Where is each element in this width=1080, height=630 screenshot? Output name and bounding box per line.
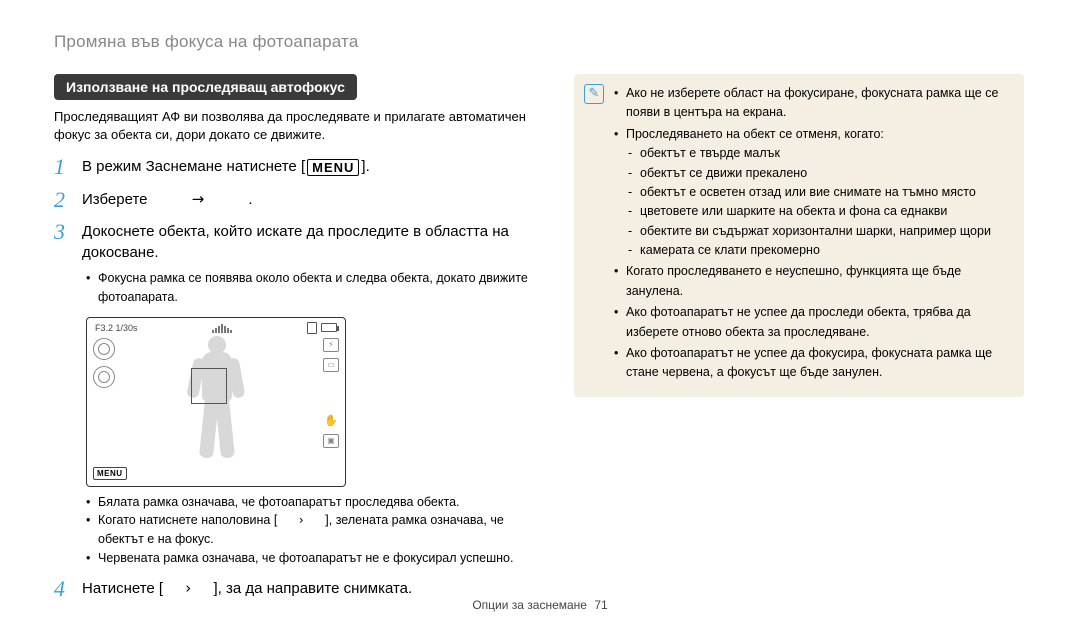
arrow-icon: → [192, 190, 205, 208]
notice-subitem: обектът е твърде малък [626, 144, 1012, 163]
notice-item: Когато проследяването е неуспешно, функц… [614, 262, 1012, 301]
notice-2-lead: Проследяването на обект се отменя, когат… [626, 127, 884, 141]
step-1-text-b: ]. [361, 158, 369, 175]
step-2: 2 Изберете → . [54, 187, 534, 213]
step-1: 1 В режим Заснемане натиснете [MENU]. [54, 154, 534, 180]
post-bullet-2a: Когато натиснете наполовина [ [98, 513, 277, 527]
post-preview-bullets: Бялата рамка означава, че фотоапаратът п… [86, 493, 534, 568]
step-number: 3 [54, 219, 82, 245]
notice-subitem: цветовете или шарките на обекта и фона с… [626, 202, 1012, 221]
exposure-readout: F3.2 1/30s [95, 323, 138, 333]
battery-icon [321, 323, 337, 332]
step-number: 1 [54, 154, 82, 180]
step-4-text-b: ], за да направите снимката. [213, 580, 412, 597]
page-number: 71 [594, 598, 607, 612]
step-3: 3 Докоснете обекта, който искате да прос… [54, 219, 534, 263]
sd-card-icon [307, 322, 317, 334]
size-icon: ▭ [323, 358, 339, 372]
notice-subitem: обектът се движи прекалено [626, 164, 1012, 183]
notice-item: Ако не изберете област на фокусиране, фо… [614, 84, 1012, 123]
section-heading: Използване на проследяващ автофокус [54, 74, 357, 100]
step-3-bullets: Фокусна рамка се появява около обекта и … [86, 269, 534, 307]
notice-item: Проследяването на обект се отменя, когат… [614, 125, 1012, 261]
mode-icon [93, 338, 115, 360]
preview-menu-label: MENU [93, 467, 127, 480]
step-2-text-b: . [248, 191, 252, 208]
notice-item: Ако фотоапаратът не успее да проследи об… [614, 303, 1012, 342]
note-icon: ✎ [584, 84, 604, 104]
notice-box: ✎ Ако не изберете област на фокусиране, … [574, 74, 1024, 397]
flash-icon: ⚡ [323, 338, 339, 352]
menu-button-label: MENU [307, 159, 359, 176]
intro-text: Проследяващият АФ ви позволява да просле… [54, 108, 534, 144]
page-footer: Опции за заснемане 71 [0, 598, 1080, 612]
drive-icon: ▣ [323, 434, 339, 448]
post-bullet-1: Бялата рамка означава, че фотоапаратът п… [86, 493, 534, 512]
step-4-text-a: Натиснете [ [82, 580, 163, 597]
step-3-text: Докоснете обекта, който искате да просле… [82, 219, 534, 263]
shutter-glyph: › [299, 512, 304, 527]
focus-frame [191, 368, 227, 404]
notice-subitem: обектът е осветен отзад или вие снимате … [626, 183, 1012, 202]
exposure-scale-icon [212, 323, 232, 333]
left-column: Използване на проследяващ автофокус Прос… [54, 74, 534, 608]
mode-icon [93, 366, 115, 388]
step-2-text-a: Изберете [82, 191, 148, 208]
right-column: ✎ Ако не изберете област на фокусиране, … [574, 74, 1024, 608]
stabilization-icon: ✋ [323, 414, 339, 428]
post-bullet-3: Червената рамка означава, че фотоапаратъ… [86, 549, 534, 568]
page-title: Промяна във фокуса на фотоапарата [54, 32, 1026, 52]
post-bullet-2: Когато натиснете наполовина [ › ], зелен… [86, 511, 534, 549]
notice-item: Ако фотоапаратът не успее да фокусира, ф… [614, 344, 1012, 383]
step-1-text-a: В режим Заснемане натиснете [ [82, 158, 305, 175]
notice-subitem: камерата се клати прекомерно [626, 241, 1012, 260]
camera-preview: F3.2 1/30s ⚡ [86, 317, 346, 487]
shutter-glyph: › [185, 579, 191, 597]
step-3-bullet: Фокусна рамка се появява около обекта и … [86, 269, 534, 307]
notice-subitem: обектите ви съдържат хоризонтални шарки,… [626, 222, 1012, 241]
footer-section: Опции за заснемане [472, 598, 587, 612]
step-number: 2 [54, 187, 82, 213]
